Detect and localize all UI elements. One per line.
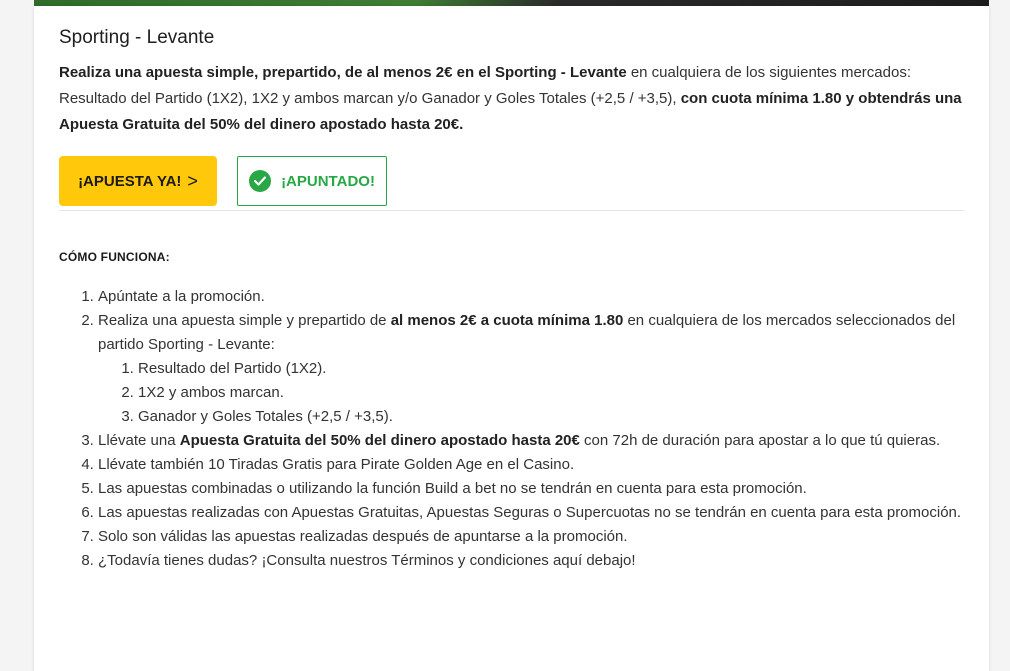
step-text: Llévate una (98, 432, 180, 449)
list-item: Ganador y Goles Totales (+2,5 / +3,5). (138, 405, 968, 429)
bet-now-button[interactable]: ¡APUESTA YA! > (59, 156, 217, 206)
chevron-right-icon: > (187, 170, 198, 191)
steps-list: Apúntate a la promoción. Realiza una apu… (98, 285, 968, 573)
list-item: Resultado del Partido (1X2). (138, 357, 968, 381)
list-item: ¿Todavía tienes dudas? ¡Consulta nuestro… (98, 549, 968, 573)
check-circle-icon (249, 170, 272, 192)
step-bold: Apuesta Gratuita del 50% del dinero apos… (179, 432, 580, 449)
list-item: Las apuestas combinadas o utilizando la … (98, 477, 968, 501)
how-it-works-title: CÓMO FUNCIONA: (59, 250, 170, 264)
step-bold: al menos 2€ a cuota mínima 1.80 (390, 312, 624, 329)
markets-sublist: Resultado del Partido (1X2). 1X2 y ambos… (98, 357, 968, 429)
promo-title: Sporting - Levante (59, 27, 215, 48)
list-item: Las apuestas realizadas con Apuestas Gra… (98, 501, 968, 525)
joined-button[interactable]: ¡APUNTADO! (237, 156, 387, 206)
list-item: Llévate una Apuesta Gratuita del 50% del… (98, 429, 968, 453)
promo-intro: Realiza una apuesta simple, prepartido, … (59, 60, 964, 138)
joined-label: ¡APUNTADO! (281, 172, 375, 190)
step-text: Realiza una apuesta simple y prepartido … (98, 312, 391, 329)
promo-card: Sporting - Levante Realiza una apuesta s… (34, 6, 989, 671)
bet-now-label: ¡APUESTA YA! (78, 172, 182, 190)
list-item: Apúntate a la promoción. (98, 285, 968, 309)
list-item: Llévate también 10 Tiradas Gratis para P… (98, 453, 968, 477)
intro-bold-1: Realiza una apuesta simple, prepartido, … (59, 64, 627, 81)
list-item: Solo son válidas las apuestas realizadas… (98, 525, 968, 549)
step-text: Apúntate a la promoción. (98, 288, 265, 305)
step-text: con 72h de duración para apostar a lo qu… (579, 432, 941, 449)
divider (59, 210, 964, 211)
list-item: Realiza una apuesta simple y prepartido … (98, 309, 968, 429)
list-item: 1X2 y ambos marcan. (138, 381, 968, 405)
